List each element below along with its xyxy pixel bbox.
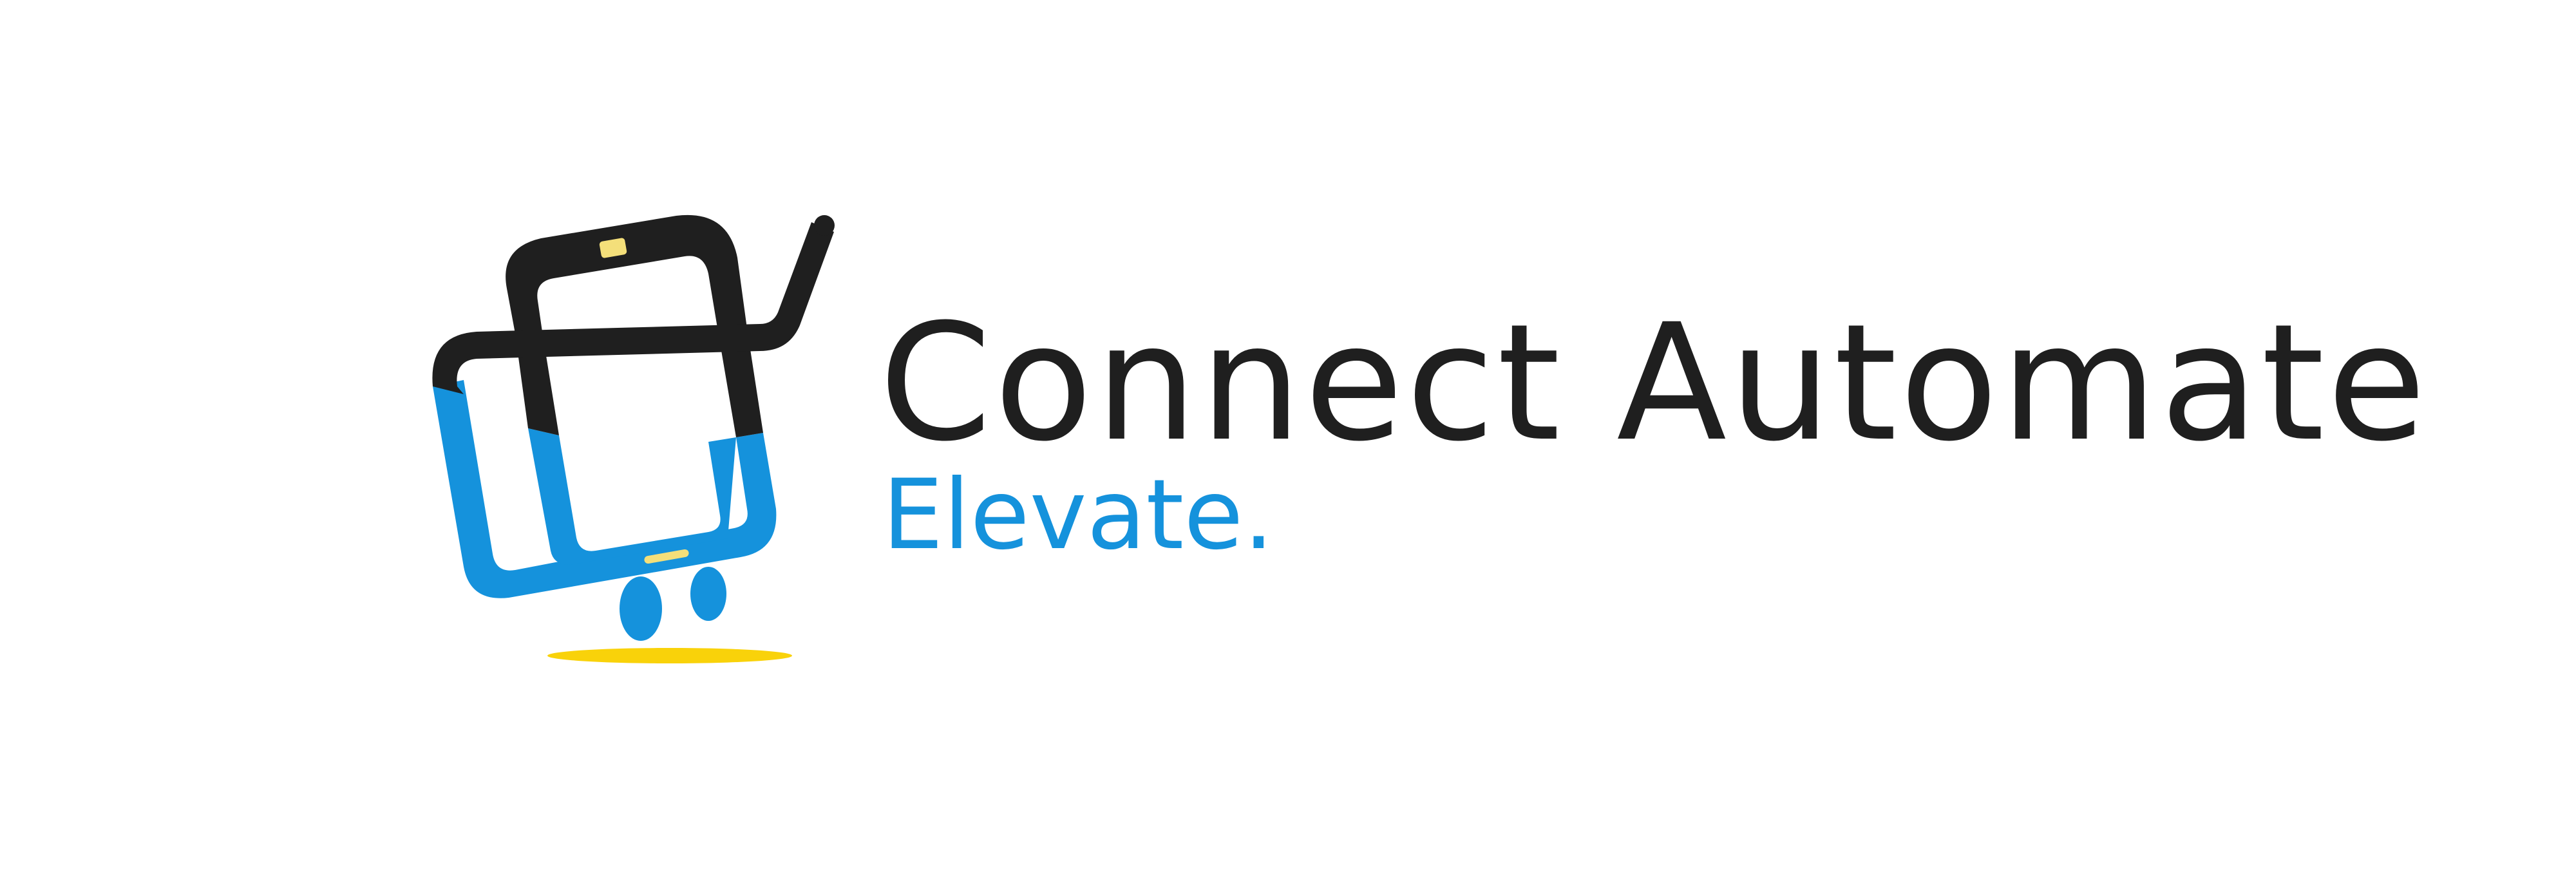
cart-wheel-right: [690, 567, 726, 621]
brand-tagline: Elevate.: [882, 459, 1274, 571]
cart-wheel-left: [620, 576, 662, 641]
blue-device-frame: [433, 380, 777, 598]
cart-shadow: [547, 648, 792, 663]
shopping-cart-icon: [432, 214, 835, 663]
logo-lockup: Connect Automate Elevate.: [0, 0, 2576, 874]
brand-name: Connect Automate: [879, 289, 2429, 477]
